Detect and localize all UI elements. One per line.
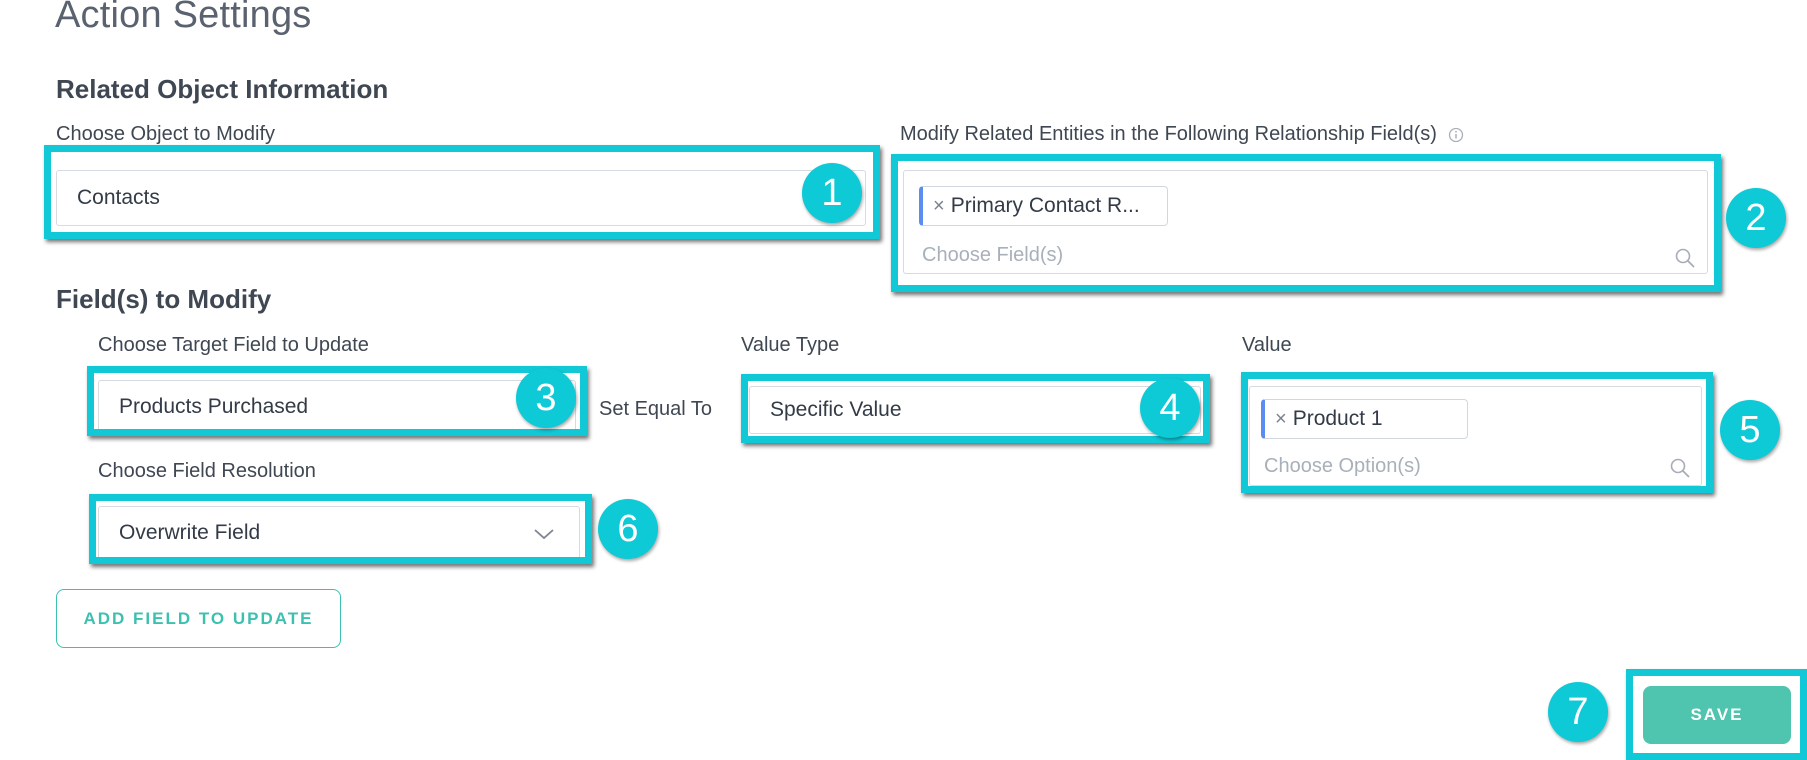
relationship-placeholder: Choose Field(s) (922, 244, 1064, 266)
relationship-multiselect[interactable]: × Primary Contact R... Choose Field(s) (903, 170, 1708, 274)
info-icon[interactable] (1448, 127, 1464, 143)
section-heading-fields: Field(s) to Modify (56, 284, 272, 314)
save-button[interactable]: SAVE (1643, 686, 1791, 744)
search-icon[interactable] (1674, 247, 1696, 269)
remove-chip-icon[interactable]: × (933, 195, 945, 218)
search-icon[interactable] (1669, 457, 1691, 479)
target-field-label: Choose Target Field to Update (98, 334, 369, 356)
step-badge-3: 3 (516, 368, 576, 428)
step-badge-1: 1 (802, 163, 862, 223)
value-label: Value (1242, 334, 1292, 356)
target-field-value: Products Purchased (119, 395, 309, 418)
step-badge-4: 4 (1140, 378, 1200, 438)
resolution-label: Choose Field Resolution (98, 460, 316, 482)
relationship-label: Modify Related Entities in the Following… (900, 123, 1464, 146)
value-type-select[interactable]: Specific Value (749, 386, 1201, 434)
step-badge-6: 6 (598, 499, 658, 559)
page-title: Action Settings (55, 0, 312, 36)
add-field-button[interactable]: ADD FIELD TO UPDATE (56, 589, 341, 648)
step-badge-5: 5 (1720, 400, 1780, 460)
value-type-label: Value Type (741, 334, 840, 356)
remove-chip-icon[interactable]: × (1275, 408, 1287, 431)
relationship-chip-label: Primary Contact R... (950, 194, 1140, 217)
resolution-value: Overwrite Field (119, 521, 261, 544)
value-multiselect[interactable]: × Product 1 Choose Option(s) (1249, 386, 1702, 486)
section-heading-related: Related Object Information (56, 74, 389, 104)
chevron-down-icon[interactable] (533, 527, 555, 541)
object-label: Choose Object to Modify (56, 123, 275, 145)
target-field-select[interactable]: Products Purchased (98, 380, 576, 434)
resolution-select[interactable]: Overwrite Field (98, 506, 580, 560)
step-badge-7: 7 (1548, 682, 1608, 742)
relationship-chip[interactable]: × Primary Contact R... (919, 186, 1168, 226)
step-badge-2: 2 (1726, 188, 1786, 248)
set-equal-to-text: Set Equal To (599, 398, 713, 420)
value-type-value: Specific Value (770, 398, 902, 421)
object-select[interactable]: Contacts (56, 170, 866, 226)
value-chip-label: Product 1 (1292, 407, 1383, 430)
relationship-label-text: Modify Related Entities in the Following… (900, 123, 1437, 145)
value-chip[interactable]: × Product 1 (1261, 399, 1468, 439)
value-placeholder: Choose Option(s) (1264, 455, 1421, 477)
object-select-value: Contacts (77, 186, 160, 209)
